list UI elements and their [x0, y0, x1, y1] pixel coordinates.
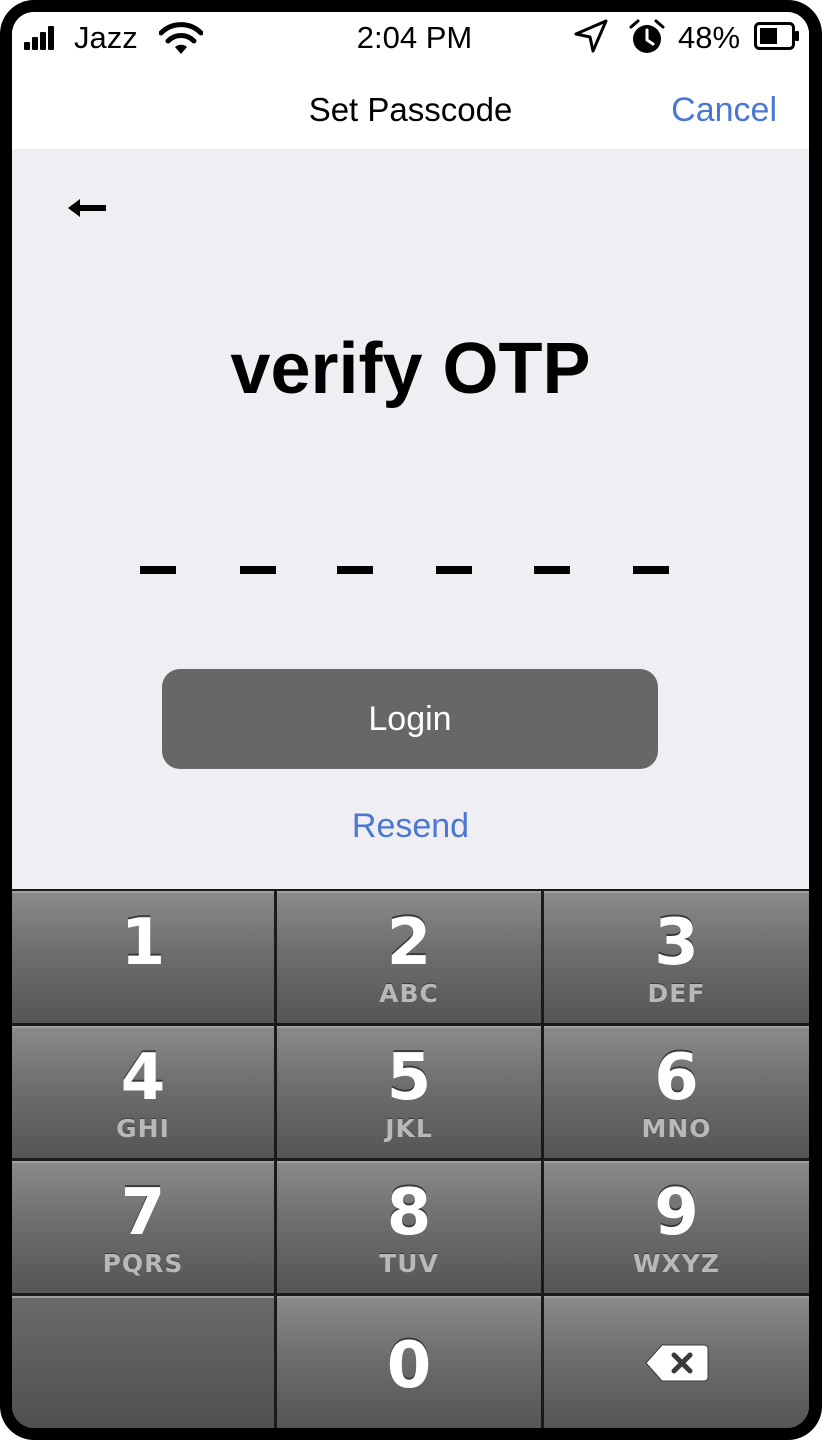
key-9[interactable]: 9 WXYZ — [544, 1161, 809, 1293]
key-letters: TUV — [379, 1249, 439, 1278]
otp-slot — [140, 566, 176, 574]
key-digit: 9 — [654, 1176, 699, 1250]
otp-slot — [534, 566, 570, 574]
wifi-icon — [159, 22, 203, 54]
key-blank — [12, 1296, 274, 1428]
login-button[interactable]: Login — [162, 669, 658, 769]
alarm-clock-icon — [629, 19, 665, 53]
key-letters: DEF — [647, 979, 706, 1008]
delete-key[interactable] — [544, 1296, 809, 1428]
otp-slot — [240, 566, 276, 574]
key-letters: ABC — [379, 979, 439, 1008]
key-digit: 8 — [386, 1176, 432, 1250]
key-letters: GHI — [116, 1114, 170, 1143]
key-3[interactable]: 3 DEF — [544, 891, 809, 1023]
key-digit: 7 — [120, 1176, 166, 1250]
signal-bars-icon — [24, 26, 54, 50]
cancel-button[interactable]: Cancel — [671, 88, 777, 132]
otp-slot — [337, 566, 373, 574]
status-time: 2:04 PM — [356, 20, 473, 55]
status-bar: Jazz 2:04 PM 48% — [12, 12, 809, 64]
page-title: Set Passcode — [308, 91, 513, 128]
resend-link[interactable]: Resend — [12, 804, 809, 848]
key-letters: JKL — [385, 1114, 433, 1143]
navigation-bar: Set Passcode Cancel — [12, 64, 809, 149]
key-7[interactable]: 7 PQRS — [12, 1161, 274, 1293]
backspace-icon — [645, 1344, 709, 1382]
key-8[interactable]: 8 TUV — [277, 1161, 541, 1293]
carrier-name: Jazz — [74, 20, 138, 55]
key-letters: MNO — [641, 1114, 712, 1143]
otp-slot — [633, 566, 669, 574]
battery-percentage: 48% — [678, 20, 741, 55]
key-0[interactable]: 0 — [277, 1296, 541, 1428]
key-digit: 1 — [120, 906, 166, 980]
key-digit: 0 — [386, 1329, 432, 1403]
key-digit: 5 — [386, 1041, 432, 1115]
key-digit: 4 — [120, 1041, 166, 1115]
verify-otp-heading: verify OTP — [230, 329, 591, 409]
key-5[interactable]: 5 JKL — [277, 1026, 541, 1158]
key-6[interactable]: 6 MNO — [544, 1026, 809, 1158]
phone-frame: Jazz 2:04 PM 48% Set Passcode Cancel ver… — [0, 0, 822, 1440]
key-digit: 6 — [654, 1041, 699, 1115]
back-arrow-icon[interactable] — [64, 188, 112, 228]
key-2[interactable]: 2 ABC — [277, 891, 541, 1023]
location-arrow-icon — [574, 19, 608, 53]
key-letters: PQRS — [102, 1249, 184, 1278]
otp-slot — [436, 566, 472, 574]
key-digit: 2 — [386, 906, 432, 980]
key-1[interactable]: 1 — [12, 891, 274, 1023]
screen: Jazz 2:04 PM 48% Set Passcode Cancel ver… — [12, 12, 809, 1428]
key-digit: 3 — [654, 906, 699, 980]
key-letters: WXYZ — [632, 1249, 721, 1278]
battery-icon — [754, 22, 799, 50]
key-4[interactable]: 4 GHI — [12, 1026, 274, 1158]
otp-input[interactable] — [140, 566, 685, 580]
numeric-keypad: 1 2 ABC 3 DEF 4 GHI 5 JKL 6 MNO 7 PQRS 8… — [12, 889, 809, 1428]
